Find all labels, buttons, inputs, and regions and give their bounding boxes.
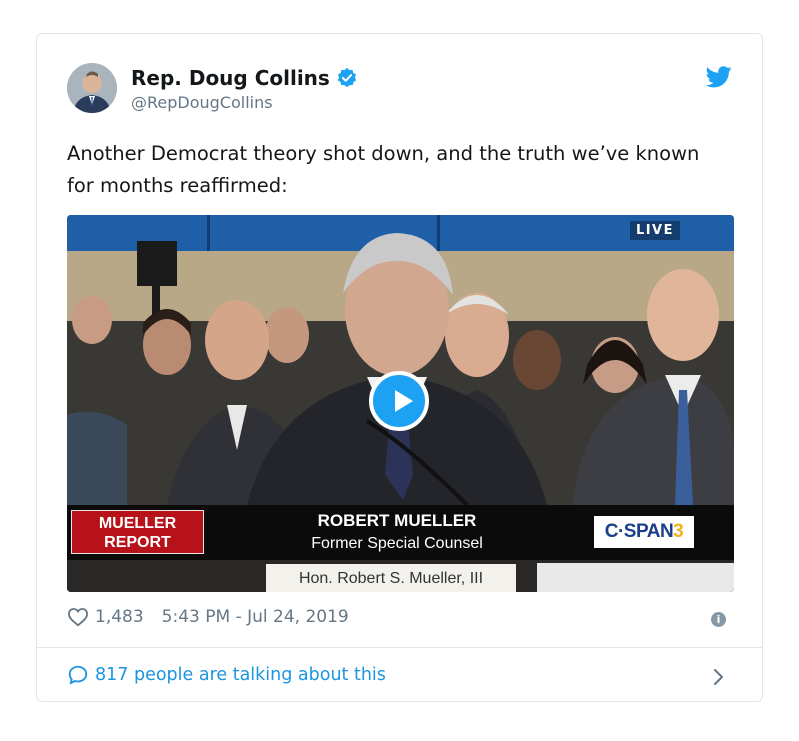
display-name[interactable]: Rep. Doug Collins (131, 66, 330, 90)
user-handle[interactable]: @RepDougCollins (131, 93, 273, 112)
chevron-right-icon[interactable] (712, 666, 726, 688)
chyron-name: ROBERT MUELLER (317, 511, 477, 530)
conversation-link[interactable]: 817 people are talking about this (67, 664, 386, 686)
network-logo-number: 3 (673, 521, 684, 542)
heart-icon[interactable] (67, 607, 89, 627)
network-logo-text: C·SPAN (604, 521, 674, 542)
video-player[interactable]: LIVE MUELLER REPORT ROBERT MUELLER Forme… (67, 215, 734, 592)
tweet-meta: 1,483 5:43 PM - Jul 24, 2019 (67, 607, 349, 627)
speech-bubble-icon (68, 665, 88, 685)
twitter-bird-icon[interactable] (706, 66, 732, 88)
chyron-title: Former Special Counsel (311, 535, 483, 552)
conversation-count[interactable]: 817 people are talking about this (95, 665, 386, 685)
verified-badge-icon (337, 67, 356, 88)
live-badge: LIVE (629, 221, 680, 240)
network-logo: C·SPAN3 (594, 516, 694, 548)
nameplate: Hon. Robert S. Mueller, III (266, 564, 516, 592)
tweet-card[interactable]: Rep. Doug Collins @RepDougCollins Anothe… (36, 33, 763, 702)
divider (37, 647, 762, 648)
play-icon[interactable] (369, 371, 429, 431)
chyron-tag: MUELLER REPORT (71, 510, 204, 554)
info-icon[interactable]: i (711, 612, 726, 627)
avatar-image (67, 63, 117, 113)
avatar[interactable] (67, 63, 117, 113)
like-count[interactable]: 1,483 (95, 607, 144, 627)
tweet-text: Another Democrat theory shot down, and t… (67, 142, 700, 197)
news-chyron: MUELLER REPORT ROBERT MUELLER Former Spe… (67, 505, 734, 560)
tweet-timestamp[interactable]: 5:43 PM - Jul 24, 2019 (162, 607, 349, 627)
